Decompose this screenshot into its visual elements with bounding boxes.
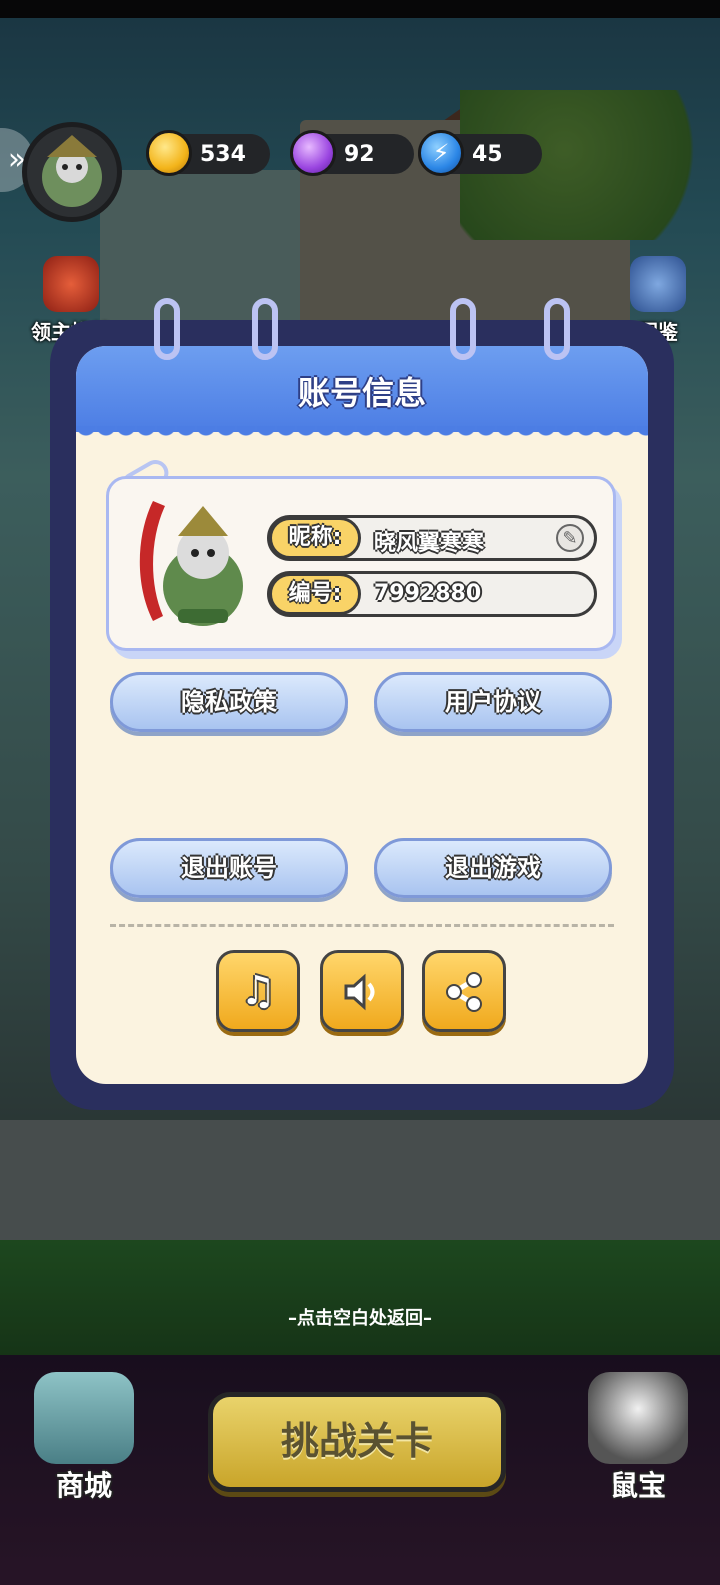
id-label: 编号: [269, 573, 361, 615]
gem-value: 92 [344, 142, 375, 167]
shop-robot-icon [34, 1372, 134, 1464]
hero-avatar-icon [139, 501, 243, 626]
share-button[interactable] [422, 950, 506, 1032]
exit-game-button[interactable]: 退出游戏 [374, 838, 612, 898]
edit-icon[interactable]: ✎ [556, 524, 584, 552]
binder-ring [154, 298, 180, 360]
player-avatar[interactable] [22, 122, 122, 222]
dialog-body: 账号信息 昵称: 晓风翼寒寒 ✎ 编号: 7992880 隐私政策 用户协议 退… [76, 346, 648, 1084]
sound-button[interactable] [320, 950, 404, 1032]
share-icon [446, 972, 482, 1012]
dialog-title: 账号信息 [297, 374, 426, 412]
shop-label: 商城 [55, 1469, 112, 1502]
energy-value: 45 [472, 142, 503, 167]
energy-counter[interactable]: ⚡ 45 [418, 130, 542, 176]
user-agreement-button[interactable]: 用户协议 [374, 672, 612, 732]
music-button[interactable]: ♫ [216, 950, 300, 1032]
treasure-mouse-icon [588, 1372, 688, 1464]
logout-button[interactable]: 退出账号 [110, 838, 348, 898]
music-icon: ♫ [240, 968, 276, 1014]
binder-ring [544, 298, 570, 360]
nickname-label: 昵称: [269, 517, 361, 559]
profile-card: 昵称: 晓风翼寒寒 ✎ 编号: 7992880 [106, 476, 616, 651]
coin-icon [146, 130, 192, 176]
gem-counter[interactable]: 92 [290, 130, 414, 176]
id-row: 编号: 7992880 [267, 571, 597, 617]
account-info-dialog: 账号信息 昵称: 晓风翼寒寒 ✎ 编号: 7992880 隐私政策 用户协议 退… [50, 298, 674, 1110]
treasure-button[interactable]: 鼠宝 [578, 1372, 698, 1504]
divider [110, 924, 614, 927]
collection-icon [630, 256, 686, 312]
sound-icon [344, 973, 375, 1011]
coin-counter[interactable]: 534 [146, 130, 270, 176]
hero-portrait-icon [42, 135, 102, 207]
header-scallop [76, 426, 648, 442]
binder-ring [450, 298, 476, 360]
gem-icon [290, 130, 336, 176]
tap-to-return-hint: –点击空白处返回– [288, 1308, 432, 1329]
lord-challenge-icon [43, 256, 99, 312]
treasure-label: 鼠宝 [609, 1469, 666, 1502]
nickname-row: 昵称: 晓风翼寒寒 ✎ [267, 515, 597, 561]
nickname-value: 晓风翼寒寒 [374, 531, 485, 556]
coin-value: 534 [200, 142, 246, 167]
challenge-level-button[interactable]: 挑战关卡 [208, 1392, 506, 1492]
binder-ring [252, 298, 278, 360]
id-value: 7992880 [374, 581, 482, 606]
shop-button[interactable]: 商城 [24, 1372, 144, 1504]
privacy-policy-button[interactable]: 隐私政策 [110, 672, 348, 732]
lightning-icon: ⚡ [418, 130, 464, 176]
